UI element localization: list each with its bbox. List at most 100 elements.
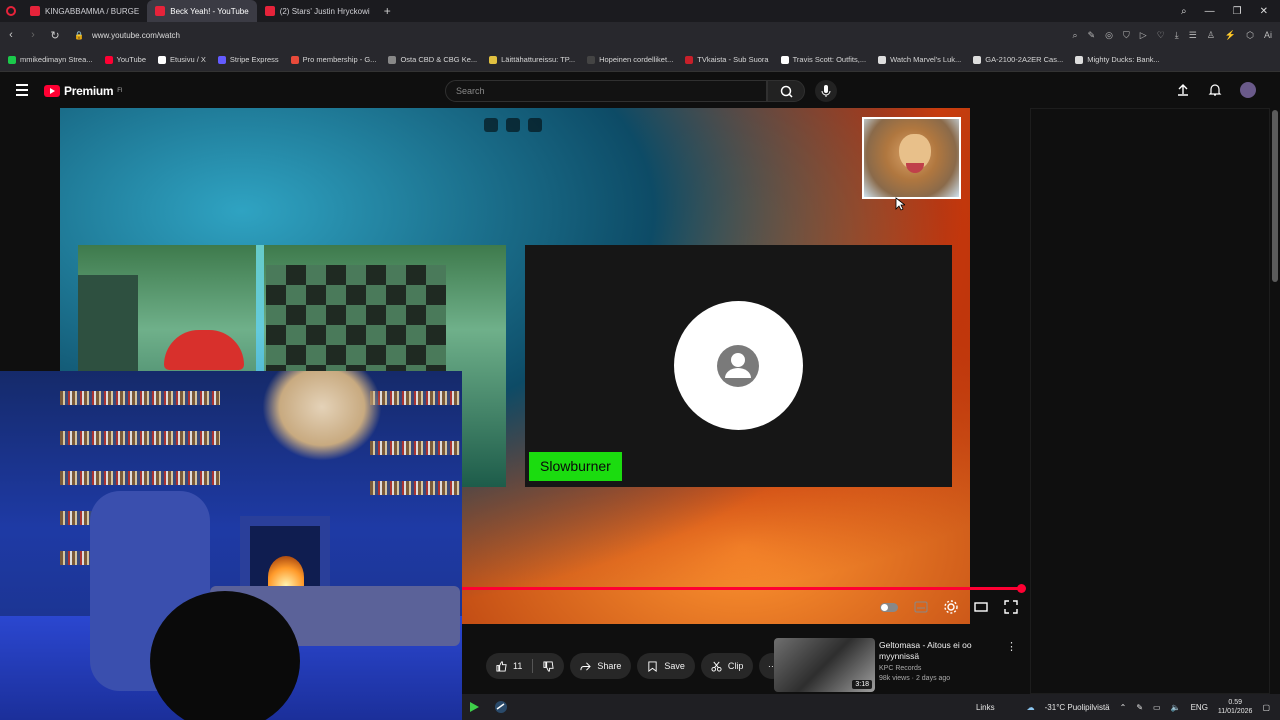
upload-icon[interactable] [1176, 83, 1190, 97]
header-right-actions [1176, 82, 1256, 98]
bookshelf-row [370, 441, 460, 455]
search-input[interactable]: Search [445, 80, 767, 102]
account-avatar[interactable] [1240, 82, 1256, 98]
search-icon [780, 85, 793, 98]
clip-button[interactable]: Clip [700, 653, 754, 679]
browser-tab-strip: KINGABBAMMA / BURGE Beck Yeah! - YouTube… [0, 0, 1280, 22]
like-count[interactable]: 11 [513, 661, 522, 671]
zoom-icon[interactable]: ⌕ [1073, 30, 1078, 41]
recommended-video-meta: 98k views · 2 days ago [879, 675, 951, 682]
notifications-bell-icon[interactable] [1208, 83, 1222, 97]
bookmark-label: Stripe Express [229, 55, 279, 64]
language-indicator[interactable]: ENG [1191, 703, 1208, 712]
bookmark-item[interactable]: mmikedimayn Strea... [8, 55, 93, 64]
effects-icon[interactable] [506, 118, 520, 132]
menu-icon[interactable]: ☰ [1189, 30, 1197, 41]
bookmark-item[interactable]: TVkaista - Sub Suora [685, 55, 769, 64]
bookmark-item[interactable]: Travis Scott: Outfits,... [780, 55, 866, 64]
share-button[interactable]: Share [570, 653, 632, 679]
mouse-cursor-icon [895, 197, 905, 211]
volume-icon[interactable]: 🔈 [1171, 703, 1181, 712]
bookmark-item[interactable]: GA-2100-2A2ER Cas... [973, 55, 1063, 64]
tray-chevron-icon[interactable]: ⌃ [1120, 703, 1127, 712]
search-button[interactable] [767, 80, 805, 102]
voice-search-button[interactable] [815, 80, 837, 102]
moose-head-decor [262, 371, 382, 461]
clock-date: 11/01/2026 [1217, 708, 1253, 715]
browser-tab[interactable]: KINGABBAMMA / BURGE [22, 0, 147, 22]
camera-icon[interactable] [528, 118, 542, 132]
tab-title: Beck Yeah! - YouTube [170, 6, 249, 16]
bookmark-item[interactable]: Läittähattureissu: TP... [489, 55, 575, 64]
more-options-icon[interactable]: ⋮ [1006, 640, 1017, 653]
pip-icon[interactable] [484, 118, 498, 132]
share-icon [580, 662, 592, 670]
weather-icon[interactable]: ☁ [1027, 703, 1035, 712]
bookmark-item[interactable]: Osta CBD & CBG Ke... [388, 55, 477, 64]
bookmark-item[interactable]: Stripe Express [217, 55, 279, 64]
recommended-video-thumbnail[interactable]: 3:18 [774, 638, 875, 692]
url-text: www.youtube.com/watch [91, 30, 181, 40]
theater-mode-icon[interactable] [974, 601, 988, 613]
dog-mouth [906, 163, 924, 173]
search-tabs-icon[interactable]: ⌕ [1181, 6, 1187, 17]
browser-logo-icon[interactable] [6, 6, 16, 16]
hamburger-menu-icon[interactable] [16, 84, 28, 99]
download-icon[interactable]: ⤓ [1175, 30, 1179, 41]
fullscreen-icon[interactable] [1004, 600, 1018, 614]
bookmark-item[interactable]: Mighty Ducks: Bank... [1075, 55, 1160, 64]
recommended-video-title[interactable]: Geltomasa - Aitous ei oo myynnissä [879, 640, 1004, 662]
steam-icon[interactable] [494, 700, 508, 714]
browser-tab-active[interactable]: Beck Yeah! - YouTube [147, 0, 257, 22]
snapshot-icon[interactable]: ◎ [1105, 30, 1113, 41]
bookmark-item[interactable]: Hopeinen cordelliket... [587, 55, 673, 64]
page-scrollbar[interactable] [1272, 110, 1278, 282]
forward-arrow-icon[interactable]: › [22, 29, 44, 41]
progress-scrubber[interactable] [1017, 584, 1026, 593]
save-button[interactable]: Save [637, 653, 695, 679]
shield-icon[interactable]: ⛉ [1123, 30, 1130, 41]
links-toolbar[interactable]: Links [976, 703, 995, 712]
extension-icon[interactable]: ⚡ [1225, 30, 1236, 41]
youtube-logo[interactable]: Premium FI [44, 84, 123, 98]
ai-icon[interactable]: Ai [1264, 30, 1272, 40]
dislike-icon[interactable] [543, 660, 554, 672]
participant-name-badge: Slowburner [529, 452, 622, 481]
settings-icon[interactable] [944, 600, 958, 614]
new-tab-button[interactable]: + [384, 4, 391, 18]
pen-icon[interactable]: ✎ [1136, 703, 1143, 712]
video-progress-bar[interactable] [462, 587, 1021, 590]
heart-icon[interactable]: ♡ [1157, 30, 1165, 41]
play-icon[interactable]: ▷ [1140, 30, 1147, 41]
video-actions-row: 11 Share Save Clip ··· [486, 653, 786, 679]
system-clock[interactable]: 0.59 11/01/2026 [1218, 698, 1253, 716]
notifications-icon[interactable]: ▢ [1262, 703, 1270, 712]
recommended-video-info[interactable]: Geltomasa - Aitous ei oo myynnissä KPC R… [879, 640, 1004, 684]
subtitles-icon[interactable] [914, 601, 928, 613]
network-icon[interactable]: ▭ [1153, 703, 1161, 712]
bookmark-item[interactable]: Pro membership - G... [290, 55, 376, 64]
bookmark-item[interactable]: Etusivu / X [158, 55, 206, 64]
cube-icon[interactable]: ⬡ [1246, 30, 1254, 41]
bookmark-favicon-icon [489, 55, 498, 64]
browser-tab[interactable]: (2) Stars' Justin Hryckowi [257, 0, 378, 22]
share-label: Share [597, 661, 622, 671]
back-arrow-icon[interactable]: ‹ [0, 29, 22, 41]
media-app-icon[interactable] [468, 701, 480, 713]
bookmark-favicon-icon [973, 55, 982, 64]
profile-icon[interactable]: ♙ [1207, 30, 1215, 41]
close-icon[interactable]: ✕ [1260, 6, 1268, 17]
bookmark-item[interactable]: YouTube [104, 55, 146, 64]
restore-icon[interactable]: ❐ [1233, 6, 1242, 17]
reload-icon[interactable]: ↻ [44, 29, 66, 42]
bookmark-label: Läittähattureissu: TP... [501, 55, 576, 64]
like-icon[interactable] [496, 660, 507, 672]
recommended-video-channel[interactable]: KPC Records [879, 664, 1004, 674]
autoplay-toggle[interactable] [880, 602, 898, 612]
url-field[interactable]: 🔒 www.youtube.com/watch [74, 31, 180, 40]
weather-text[interactable]: -31°C Puolipilvistä [1045, 703, 1110, 712]
edit-icon[interactable]: ✎ [1088, 30, 1096, 41]
bookmark-favicon-icon [878, 55, 887, 64]
bookmark-item[interactable]: Watch Marvel's Luk... [878, 55, 961, 64]
minimize-icon[interactable]: — [1205, 6, 1215, 17]
